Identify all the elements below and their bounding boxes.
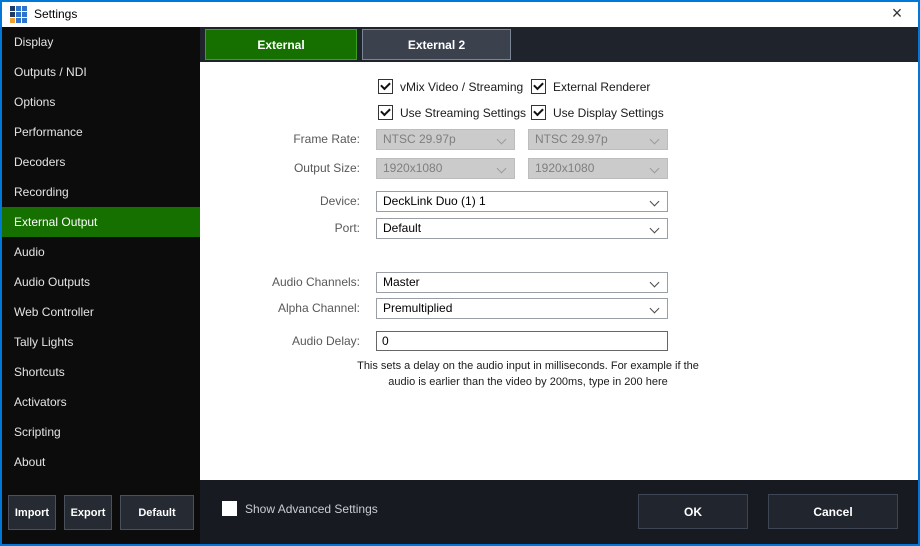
checkbox-label: Show Advanced Settings: [245, 502, 378, 516]
sidebar-item-decoders[interactable]: Decoders: [2, 147, 200, 177]
sidebar-item-shortcuts[interactable]: Shortcuts: [2, 357, 200, 387]
sidebar-item-about[interactable]: About: [2, 447, 200, 477]
default-button[interactable]: Default: [120, 495, 194, 530]
sidebar: Display Outputs / NDI Options Performanc…: [2, 27, 200, 544]
combo-value: NTSC 29.97p: [535, 132, 608, 146]
checkbox-box: [531, 79, 546, 94]
checkbox-box: [222, 501, 237, 516]
audio-delay-help-text: This sets a delay on the audio input in …: [348, 358, 708, 390]
sidebar-item-audio-outputs[interactable]: Audio Outputs: [2, 267, 200, 297]
combo-value: 1920x1080: [383, 161, 442, 175]
checkbox-box: [378, 105, 393, 120]
sidebar-item-tally-lights[interactable]: Tally Lights: [2, 327, 200, 357]
external-output-panel: vMix Video / Streaming External Renderer…: [200, 62, 918, 480]
chevron-down-icon: [650, 135, 660, 145]
combo-value: NTSC 29.97p: [383, 132, 456, 146]
checkbox-label: Use Streaming Settings: [400, 106, 526, 120]
sidebar-item-recording[interactable]: Recording: [2, 177, 200, 207]
sidebar-item-outputs-ndi[interactable]: Outputs / NDI: [2, 57, 200, 87]
alpha-channel-select[interactable]: Premultiplied: [376, 298, 668, 319]
port-label: Port:: [210, 218, 360, 239]
sidebar-item-scripting[interactable]: Scripting: [2, 417, 200, 447]
combo-value: Master: [383, 275, 420, 289]
chevron-down-icon: [497, 164, 507, 174]
checkbox-external-renderer[interactable]: External Renderer: [531, 79, 650, 94]
close-icon[interactable]: ×: [882, 2, 912, 27]
output-size-label: Output Size:: [210, 158, 360, 179]
tab-strip: External External 2: [200, 27, 918, 62]
combo-value: Default: [383, 221, 421, 235]
frame-rate-select-left: NTSC 29.97p: [376, 129, 515, 150]
ok-button[interactable]: OK: [638, 494, 748, 529]
combo-value: Premultiplied: [383, 301, 452, 315]
checkbox-vmix-video-streaming[interactable]: vMix Video / Streaming: [378, 79, 523, 94]
chevron-down-icon: [650, 278, 660, 288]
checkbox-box: [378, 79, 393, 94]
checkbox-use-display-settings[interactable]: Use Display Settings: [531, 105, 664, 120]
chevron-down-icon: [650, 164, 660, 174]
checkbox-label: External Renderer: [553, 80, 650, 94]
sidebar-item-audio[interactable]: Audio: [2, 237, 200, 267]
frame-rate-select-right: NTSC 29.97p: [528, 129, 668, 150]
import-button[interactable]: Import: [8, 495, 56, 530]
combo-value: 1920x1080: [535, 161, 594, 175]
settings-window: Settings × Display Outputs / NDI Options…: [0, 0, 920, 546]
chevron-down-icon: [650, 304, 660, 314]
device-select[interactable]: DeckLink Duo (1) 1: [376, 191, 668, 212]
audio-delay-label: Audio Delay:: [210, 331, 360, 352]
chevron-down-icon: [650, 224, 660, 234]
port-select[interactable]: Default: [376, 218, 668, 239]
tab-external-2[interactable]: External 2: [362, 29, 511, 60]
checkbox-use-streaming-settings[interactable]: Use Streaming Settings: [378, 105, 526, 120]
vmix-logo-icon: [10, 6, 27, 23]
audio-channels-label: Audio Channels:: [210, 272, 360, 293]
sidebar-item-display[interactable]: Display: [2, 27, 200, 57]
alpha-channel-label: Alpha Channel:: [210, 298, 360, 319]
sidebar-item-options[interactable]: Options: [2, 87, 200, 117]
audio-channels-select[interactable]: Master: [376, 272, 668, 293]
footer-bar: Show Advanced Settings OK Cancel: [200, 480, 918, 544]
sidebar-item-external-output[interactable]: External Output: [2, 207, 200, 237]
checkbox-show-advanced-settings[interactable]: Show Advanced Settings: [222, 501, 378, 516]
window-title: Settings: [34, 2, 77, 27]
output-size-select-right: 1920x1080: [528, 158, 668, 179]
cancel-button[interactable]: Cancel: [768, 494, 898, 529]
chevron-down-icon: [497, 135, 507, 145]
combo-value: DeckLink Duo (1) 1: [383, 194, 486, 208]
tab-external[interactable]: External: [205, 29, 357, 60]
titlebar: Settings ×: [2, 2, 918, 27]
output-size-select-left: 1920x1080: [376, 158, 515, 179]
device-label: Device:: [210, 191, 360, 212]
sidebar-item-activators[interactable]: Activators: [2, 387, 200, 417]
sidebar-item-web-controller[interactable]: Web Controller: [2, 297, 200, 327]
chevron-down-icon: [650, 197, 660, 207]
audio-delay-input[interactable]: [376, 331, 668, 351]
frame-rate-label: Frame Rate:: [210, 129, 360, 150]
export-button[interactable]: Export: [64, 495, 112, 530]
sidebar-item-performance[interactable]: Performance: [2, 117, 200, 147]
checkbox-label: vMix Video / Streaming: [400, 80, 523, 94]
checkbox-box: [531, 105, 546, 120]
checkbox-label: Use Display Settings: [553, 106, 664, 120]
